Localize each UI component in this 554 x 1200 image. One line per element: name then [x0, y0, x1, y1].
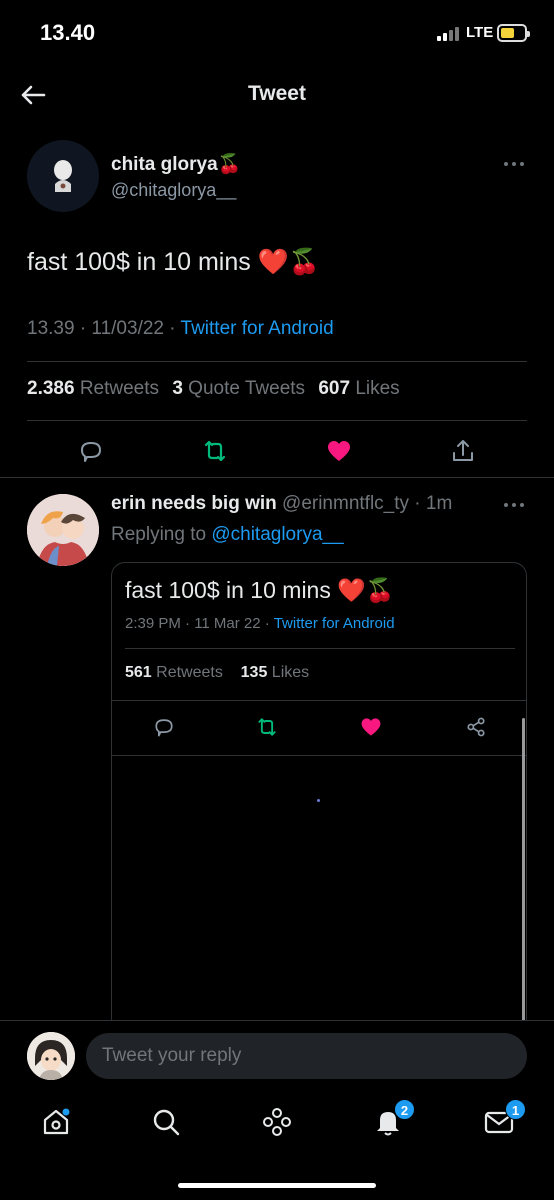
search-icon[interactable] — [150, 1106, 182, 1138]
more-options-icon[interactable] — [503, 159, 529, 169]
embed-source: Twitter for Android — [273, 615, 395, 632]
embed-tweet-meta: 2:39 PM · 11 Mar 22 · Twitter for Androi… — [125, 615, 395, 632]
reply-input[interactable]: Tweet your reply — [86, 1033, 527, 1079]
embed-retweet-icon — [258, 718, 276, 736]
reply-author-avatar[interactable] — [27, 494, 99, 566]
tweet-source-link[interactable]: Twitter for Android — [181, 318, 334, 339]
tweet-text: fast 100$ in 10 mins ❤️🍒 — [27, 248, 320, 276]
replying-to: Replying to @chitaglorya__ — [111, 524, 344, 545]
scrollbar[interactable] — [522, 718, 525, 1028]
embed-share-icon — [467, 717, 485, 737]
reply-author-name[interactable]: erin needs big win — [111, 493, 277, 514]
messages-badge: 1 — [505, 1099, 526, 1120]
divider — [112, 700, 526, 701]
spaces-icon[interactable] — [261, 1106, 293, 1138]
reply-author-line[interactable]: erin needs big win @erinmntflc_ty · 1m — [111, 493, 452, 515]
reply-composer: Tweet your reply — [0, 1020, 554, 1090]
status-bar: 13.40 LTE — [0, 0, 554, 64]
embedded-image[interactable]: fast 100$ in 10 mins ❤️🍒 2:39 PM · 11 Ma… — [111, 562, 527, 1032]
network-label: LTE — [466, 24, 494, 41]
divider — [27, 361, 527, 362]
notifications-badge: 2 — [394, 1099, 415, 1120]
retweets-stat[interactable]: 2.386 Retweets — [27, 378, 159, 399]
embed-like-icon — [361, 718, 381, 736]
divider — [125, 648, 515, 649]
signal-icon — [437, 27, 461, 41]
reply-icon[interactable] — [77, 437, 105, 465]
share-icon[interactable] — [449, 437, 477, 465]
page-title: Tweet — [248, 82, 306, 105]
tweet-meta: 13.39 · 11/03/22 · Twitter for Android — [27, 318, 334, 340]
status-time: 13.40 — [40, 20, 96, 45]
divider — [0, 477, 554, 478]
author-name[interactable]: chita glorya🍒 — [111, 152, 241, 176]
top-bar: Tweet — [0, 64, 554, 122]
battery-icon — [497, 24, 530, 42]
like-icon[interactable] — [325, 437, 353, 465]
embed-tweet-text: fast 100$ in 10 mins ❤️🍒 — [125, 577, 395, 603]
home-icon[interactable] — [40, 1106, 72, 1138]
retweet-icon[interactable] — [201, 437, 229, 465]
my-avatar[interactable] — [27, 1032, 75, 1080]
reply-more-options-icon[interactable] — [503, 500, 529, 510]
quote-tweets-stat[interactable]: 3 Quote Tweets — [172, 378, 305, 399]
replying-mention-link[interactable]: @chitaglorya__ — [211, 524, 343, 545]
embed-stats: 561 Retweets 135 Likes — [125, 664, 310, 681]
tweet-stats: 2.386 Retweets 3 Quote Tweets 607 Likes — [27, 378, 400, 400]
divider — [27, 420, 527, 421]
embed-reply-icon — [155, 719, 173, 737]
author-avatar[interactable] — [27, 140, 99, 212]
author-handle[interactable]: @chitaglorya__ — [111, 180, 236, 201]
reply-handle-time: @erinmntflc_ty · 1m — [276, 493, 453, 514]
tweet-timestamp: 13.39 · 11/03/22 · — [27, 318, 181, 339]
loading-dot — [317, 799, 320, 802]
home-indicator[interactable] — [178, 1183, 376, 1188]
likes-stat[interactable]: 607 Likes — [318, 378, 399, 399]
divider — [112, 755, 526, 756]
